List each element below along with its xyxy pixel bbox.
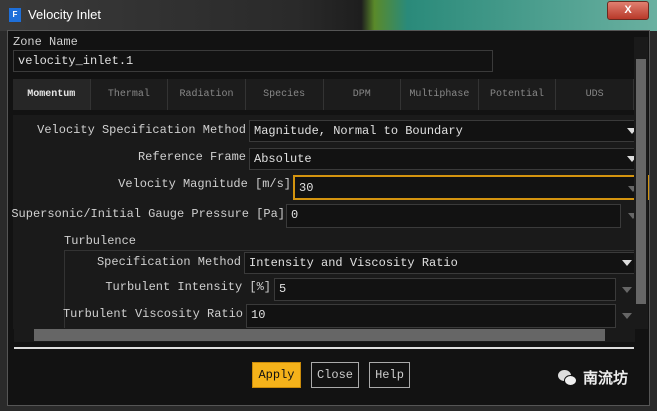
- divider: [14, 347, 634, 349]
- velocity-magnitude-label: Velocity Magnitude [m/s]: [118, 177, 291, 191]
- tab-momentum[interactable]: Momentum: [13, 79, 91, 110]
- title-bar: F Velocity Inlet X: [0, 0, 657, 31]
- help-button[interactable]: Help: [369, 362, 410, 388]
- turb-spec-method-label: Specification Method: [96, 255, 241, 269]
- chevron-down-icon[interactable]: [622, 287, 632, 293]
- horizontal-scrollbar[interactable]: [14, 328, 635, 342]
- wechat-icon: [558, 370, 578, 387]
- scrollbar-thumb[interactable]: [34, 329, 605, 341]
- turbulent-viscosity-ratio-label: Turbulent Viscosity Ratio: [62, 307, 243, 321]
- turbulent-intensity-label: Turbulent Intensity [%]: [105, 280, 271, 294]
- turbulent-viscosity-ratio-input[interactable]: 10: [246, 304, 616, 328]
- window-title: Velocity Inlet: [28, 7, 101, 22]
- watermark: 南流坊: [583, 369, 629, 387]
- zone-name-label: Zone Name: [13, 35, 78, 49]
- vertical-scrollbar[interactable]: [634, 37, 648, 329]
- tab-thermal[interactable]: Thermal: [91, 79, 169, 110]
- tab-radiation[interactable]: Radiation: [168, 79, 246, 110]
- close-window-button[interactable]: X: [607, 1, 649, 20]
- close-button[interactable]: Close: [311, 362, 359, 388]
- velocity-magnitude-input[interactable]: 30: [293, 175, 649, 200]
- tab-bar: Momentum Thermal Radiation Species DPM M…: [13, 79, 634, 110]
- app-icon: F: [9, 8, 21, 22]
- velocity-spec-method-dropdown[interactable]: Magnitude, Normal to Boundary: [249, 120, 641, 142]
- tab-uds[interactable]: UDS: [556, 79, 634, 110]
- tab-potential[interactable]: Potential: [479, 79, 557, 110]
- turb-spec-method-dropdown[interactable]: Intensity and Viscosity Ratio: [244, 252, 636, 274]
- dialog-panel: Zone Name velocity_inlet.1 Momentum Ther…: [7, 30, 650, 406]
- gauge-pressure-input[interactable]: 0: [286, 204, 621, 228]
- reference-frame-label: Reference Frame: [137, 150, 246, 164]
- chevron-down-icon[interactable]: [622, 260, 632, 266]
- scrollbar-thumb[interactable]: [636, 59, 646, 304]
- reference-frame-dropdown[interactable]: Absolute: [249, 148, 641, 170]
- turbulence-label: Turbulence: [64, 234, 137, 248]
- turbulent-intensity-input[interactable]: 5: [274, 278, 616, 301]
- tab-dpm[interactable]: DPM: [324, 79, 402, 110]
- gauge-pressure-label: Supersonic/Initial Gauge Pressure [Pa]: [11, 207, 285, 221]
- tab-species[interactable]: Species: [246, 79, 324, 110]
- tab-multiphase[interactable]: Multiphase: [401, 79, 479, 110]
- chevron-down-icon[interactable]: [622, 313, 632, 319]
- apply-button[interactable]: Apply: [252, 362, 301, 388]
- velocity-spec-method-label: Velocity Specification Method: [37, 123, 246, 137]
- zone-name-input[interactable]: velocity_inlet.1: [13, 50, 493, 72]
